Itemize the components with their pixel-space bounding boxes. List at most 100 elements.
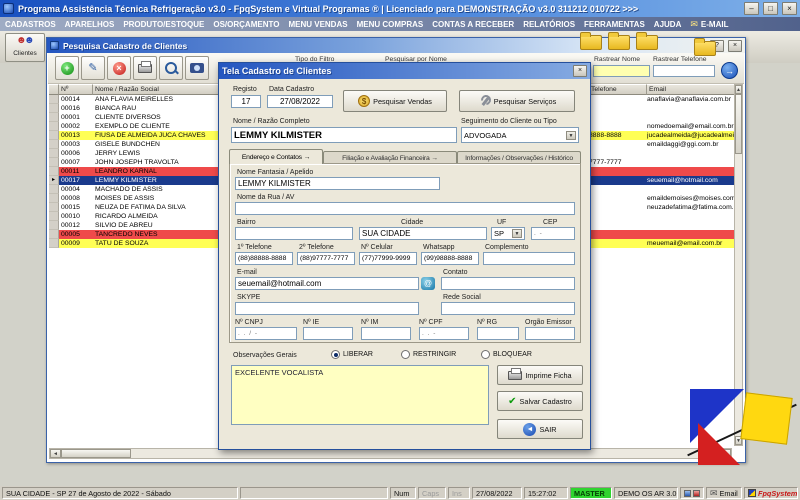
rua-input[interactable] xyxy=(235,202,575,215)
orgao-emissor-input[interactable] xyxy=(525,327,575,340)
track-name-input[interactable] xyxy=(593,65,650,77)
skype-label: SKYPE xyxy=(237,294,261,301)
nome-fantasia-input[interactable]: LEMMY KILMISTER xyxy=(235,177,440,190)
ie-input[interactable] xyxy=(303,327,353,340)
uf-select[interactable]: SP ▼ xyxy=(491,227,525,240)
im-input[interactable] xyxy=(361,327,411,340)
nome-fantasia-label: Nome Fantasia / Apelido xyxy=(237,169,314,176)
whatsapp-input[interactable]: (99)98888-8888 xyxy=(421,252,479,265)
status-icons xyxy=(680,487,704,499)
cell-ind: ▸ xyxy=(49,176,59,185)
print-list-button[interactable] xyxy=(133,56,157,80)
cidade-input[interactable]: SUA CIDADE xyxy=(359,227,487,240)
cell-email xyxy=(647,230,737,239)
photo-button[interactable] xyxy=(185,56,209,80)
menu-item-contas-a-receber[interactable]: CONTAS A RECEBER xyxy=(432,20,514,29)
scroll-thumb[interactable] xyxy=(61,449,131,458)
menu-item-menu-vendas[interactable]: MENU VENDAS xyxy=(288,20,347,29)
complemento-input[interactable] xyxy=(483,252,575,265)
bairro-input[interactable] xyxy=(235,227,353,240)
contato-input[interactable] xyxy=(441,277,575,290)
cell-num: 00004 xyxy=(61,186,80,193)
uf-label: UF xyxy=(497,219,507,226)
radio-restringir[interactable]: RESTRINGIR xyxy=(401,350,456,359)
cnpj-input[interactable]: . . / - xyxy=(235,327,297,340)
fpqsystem-logo xyxy=(687,383,797,471)
observacoes-memo[interactable]: EXCELENTE VOCALISTA xyxy=(231,365,489,425)
menu-item-aparelhos[interactable]: APARELHOS xyxy=(65,20,115,29)
email-input[interactable]: seuemail@hotmail.com xyxy=(235,277,419,290)
cell-tel xyxy=(589,212,647,221)
sair-button[interactable]: ◄ SAIR xyxy=(497,419,583,439)
header-telefone[interactable]: Telefone xyxy=(589,84,647,95)
menu-item-relat-rios[interactable]: RELATÓRIOS xyxy=(523,20,575,29)
maximize-icon[interactable]: □ xyxy=(763,2,778,15)
cell-email: emaildemoises@moises.com.br xyxy=(647,195,737,202)
delete-record-button[interactable]: × xyxy=(107,56,131,80)
seguimento-select[interactable]: ADVOGADA ▼ xyxy=(461,127,579,143)
status-brand[interactable]: FpqSystem xyxy=(744,487,798,499)
add-record-button[interactable]: + xyxy=(55,56,79,80)
data-cadastro-input[interactable]: 27/08/2022 xyxy=(267,95,333,108)
clientes-toolbar-button[interactable]: Clientes xyxy=(5,33,45,62)
track-phone-input[interactable] xyxy=(653,65,715,77)
chevron-down-icon[interactable]: ▼ xyxy=(566,130,576,140)
rg-input[interactable] xyxy=(477,327,519,340)
go-search-button[interactable]: → xyxy=(721,62,738,79)
cpf-input[interactable]: . . - xyxy=(419,327,469,340)
cell-num: 00002 xyxy=(61,123,80,130)
cell-tel xyxy=(589,113,647,122)
cep-mask: . - xyxy=(534,230,543,237)
scroll-up-icon[interactable] xyxy=(735,85,742,94)
edit-record-button[interactable]: ✎ xyxy=(81,56,105,80)
cell-tel xyxy=(589,221,647,230)
menu-item-label: E-MAIL xyxy=(700,19,729,29)
menu-item-ajuda[interactable]: AJUDA xyxy=(654,20,682,29)
cell-ind xyxy=(49,122,59,131)
radio-liberar[interactable]: LIBERAR xyxy=(331,350,373,359)
cell-tel xyxy=(589,176,647,185)
cell-email xyxy=(647,221,737,230)
rede-social-input[interactable] xyxy=(441,302,575,315)
pesquisar-servicos-button[interactable]: Pesquisar Serviços xyxy=(459,90,575,112)
menu-item-ferramentas[interactable]: FERRAMENTAS xyxy=(584,20,645,29)
close-icon[interactable]: × xyxy=(728,39,742,52)
ie-label: Nº IE xyxy=(303,319,320,326)
status-email[interactable]: ✉ Email xyxy=(706,487,742,499)
radio-bloquear[interactable]: BLOQUEAR xyxy=(481,350,532,359)
cep-input[interactable]: . - xyxy=(531,227,575,240)
minimize-icon[interactable]: – xyxy=(744,2,759,15)
celular-label: Nº Celular xyxy=(361,244,393,251)
nome-completo-input[interactable]: LEMMY KILMISTER xyxy=(231,127,457,143)
cell-email xyxy=(647,158,737,167)
uf-value: SP xyxy=(494,229,505,238)
skype-input[interactable] xyxy=(235,302,419,315)
menu-item-os-or-amento[interactable]: OS/ORÇAMENTO xyxy=(213,20,279,29)
header-email[interactable]: Email xyxy=(647,84,737,95)
send-email-button[interactable]: @ xyxy=(421,277,435,290)
scroll-thumb[interactable] xyxy=(735,94,742,154)
radio-label: RESTRINGIR xyxy=(413,351,457,358)
imprime-ficha-button[interactable]: Imprime Ficha xyxy=(497,365,583,385)
close-icon[interactable]: × xyxy=(782,2,797,15)
menu-item-cadastros[interactable]: CADASTROS xyxy=(5,20,56,29)
pesquisar-vendas-button[interactable]: $ Pesquisar Vendas xyxy=(343,90,447,112)
close-icon[interactable]: × xyxy=(573,65,587,77)
chevron-down-icon[interactable]: ▼ xyxy=(512,229,522,238)
salvar-cadastro-button[interactable]: ✔ Salvar Cadastro xyxy=(497,391,583,411)
celular-input[interactable]: (77)77999-9999 xyxy=(359,252,417,265)
registro-input[interactable]: 17 xyxy=(231,95,261,108)
printer-icon xyxy=(508,367,523,380)
tab-endereco-contatos[interactable]: Endereço e Contatos → xyxy=(229,149,323,164)
dialog-title: Tela Cadastro de Clientes xyxy=(222,66,332,76)
tel2-input[interactable]: (88)97777-7777 xyxy=(297,252,355,265)
menu-item-e-mail[interactable]: ✉ E-MAIL xyxy=(690,19,729,29)
tel1-input[interactable]: (88)88888-8888 xyxy=(235,252,293,265)
header-num[interactable]: Nº xyxy=(59,84,93,95)
cell-email: nomedoemail@email.com.br xyxy=(647,123,734,130)
dialog-titlebar[interactable]: Tela Cadastro de Clientes × xyxy=(219,63,590,79)
menu-item-menu-compras[interactable]: MENU COMPRAS xyxy=(357,20,424,29)
scroll-left-icon[interactable] xyxy=(50,449,61,458)
search-button[interactable] xyxy=(159,56,183,80)
menu-item-produto-estoque[interactable]: PRODUTO/ESTOQUE xyxy=(123,20,204,29)
